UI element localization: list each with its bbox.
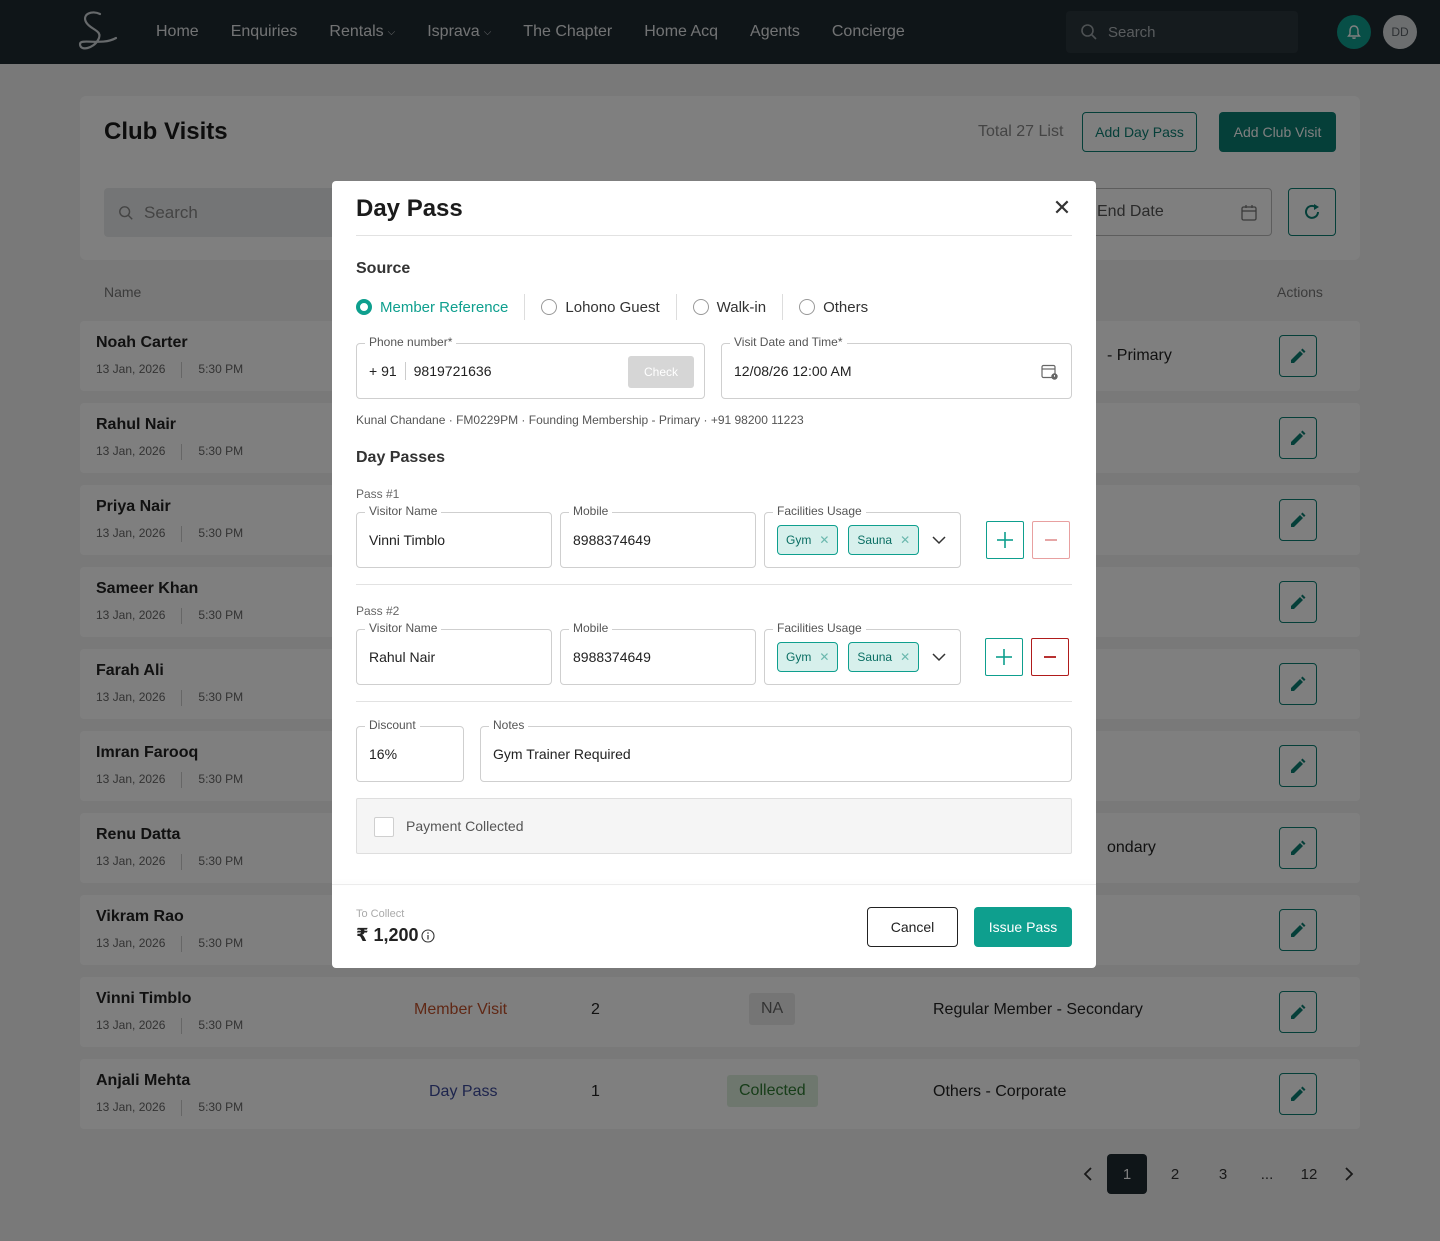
- add-pass-button[interactable]: [986, 521, 1024, 559]
- visit-date-field[interactable]: Visit Date and Time* 12/08/26 12:00 AM: [721, 335, 1072, 399]
- close-icon[interactable]: ✕: [900, 650, 910, 664]
- divider: [356, 701, 1072, 702]
- radio-lohono-guest[interactable]: Lohono Guest: [541, 298, 660, 316]
- chip-label: Sauna: [857, 650, 893, 664]
- modal-title: Day Pass: [356, 195, 463, 222]
- chevron-down-icon[interactable]: [932, 533, 946, 547]
- close-icon[interactable]: ✕: [900, 533, 910, 547]
- day-passes-label: Day Passes: [356, 449, 445, 466]
- phone-country-code: + 91: [369, 363, 397, 379]
- facility-chips: Gym ✕ Sauna ✕: [777, 513, 929, 567]
- visitor-name-field[interactable]: Visitor Name Vinni Timblo: [356, 504, 552, 568]
- chip-label: Gym: [786, 650, 812, 664]
- chevron-down-icon[interactable]: [932, 650, 946, 664]
- radio-label: Walk-in: [716, 298, 767, 316]
- add-pass-button[interactable]: [985, 638, 1023, 676]
- visit-date-value: 12/08/26 12:00 AM: [734, 363, 852, 379]
- facility-chip: Gym ✕: [777, 642, 839, 672]
- info-icon[interactable]: [421, 928, 435, 943]
- mobile-value: 8988374649: [573, 649, 651, 665]
- close-icon[interactable]: ✕: [1051, 197, 1073, 219]
- remove-pass-button[interactable]: [1031, 638, 1069, 676]
- facility-chip: Sauna ✕: [848, 642, 920, 672]
- facility-chips: Gym ✕ Sauna ✕: [777, 630, 929, 684]
- divider: [356, 584, 1072, 585]
- mobile-value: 8988374649: [573, 532, 651, 548]
- amount-value: ₹ 1,200: [356, 925, 419, 945]
- issue-pass-button[interactable]: Issue Pass: [974, 907, 1072, 947]
- payment-collected-checkbox[interactable]: [374, 817, 394, 837]
- radio-label: Lohono Guest: [565, 298, 660, 316]
- footer-divider: [332, 884, 1096, 885]
- pass-label: Pass #2: [356, 604, 400, 618]
- discount-value: 16%: [369, 746, 398, 762]
- facility-chip: Gym ✕: [777, 525, 839, 555]
- radio-dot: [541, 299, 558, 315]
- to-collect-amount: ₹ 1,200: [356, 925, 435, 946]
- phone-value: + 91 9819721636: [369, 344, 492, 398]
- notes-value: Gym Trainer Required: [493, 746, 631, 762]
- phone-field[interactable]: Phone number* + 91 9819721636 Check: [356, 335, 705, 399]
- discount-field[interactable]: Discount 16%: [356, 718, 464, 782]
- minus-icon: [1045, 539, 1057, 541]
- visitor-name-field[interactable]: Visitor Name Rahul Nair: [356, 621, 552, 685]
- radio-label: Member Reference: [380, 298, 509, 316]
- radio-dot: [356, 299, 372, 315]
- source-radio-group: Member Reference Lohono Guest Walk-in Ot…: [356, 294, 868, 320]
- chip-label: Sauna: [857, 533, 893, 547]
- minus-icon: [1044, 656, 1056, 658]
- radio-dot: [799, 299, 816, 315]
- visitor-name-value: Rahul Nair: [369, 649, 436, 665]
- calendar-clock-icon[interactable]: [1041, 363, 1059, 381]
- radio-label: Others: [823, 298, 869, 316]
- plus-icon: [997, 532, 1013, 548]
- member-info: Kunal Chandane · FM0229PM · Founding Mem…: [356, 413, 804, 427]
- radio-member-reference[interactable]: Member Reference: [356, 299, 508, 316]
- check-button[interactable]: Check: [628, 356, 694, 388]
- divider: [356, 235, 1072, 236]
- radio-walk-in[interactable]: Walk-in: [692, 298, 767, 316]
- phone-number: 9819721636: [413, 363, 492, 379]
- mobile-field[interactable]: Mobile 8988374649: [560, 504, 756, 568]
- pass-label: Pass #1: [356, 487, 400, 501]
- payment-collected-label: Payment Collected: [406, 818, 524, 834]
- remove-pass-button[interactable]: [1032, 521, 1070, 559]
- facilities-select[interactable]: Facilities Usage Gym ✕ Sauna ✕: [764, 621, 961, 685]
- plus-icon: [996, 649, 1012, 665]
- radio-others[interactable]: Others: [799, 299, 868, 316]
- notes-field[interactable]: Notes Gym Trainer Required: [480, 718, 1072, 782]
- payment-collected-row[interactable]: Payment Collected: [356, 798, 1072, 854]
- to-collect-label: To Collect: [356, 908, 405, 920]
- facility-chip: Sauna ✕: [848, 525, 920, 555]
- day-pass-modal: Day Pass ✕ Source Member Reference Lohon…: [332, 181, 1096, 968]
- cancel-button[interactable]: Cancel: [867, 907, 958, 947]
- chip-label: Gym: [786, 533, 812, 547]
- radio-dot: [692, 299, 709, 315]
- close-icon[interactable]: ✕: [819, 650, 829, 664]
- facilities-select[interactable]: Facilities Usage Gym ✕ Sauna ✕: [764, 504, 961, 568]
- visitor-name-value: Vinni Timblo: [369, 532, 446, 548]
- source-label: Source: [356, 260, 411, 277]
- close-icon[interactable]: ✕: [819, 533, 829, 547]
- mobile-field[interactable]: Mobile 8988374649: [560, 621, 756, 685]
